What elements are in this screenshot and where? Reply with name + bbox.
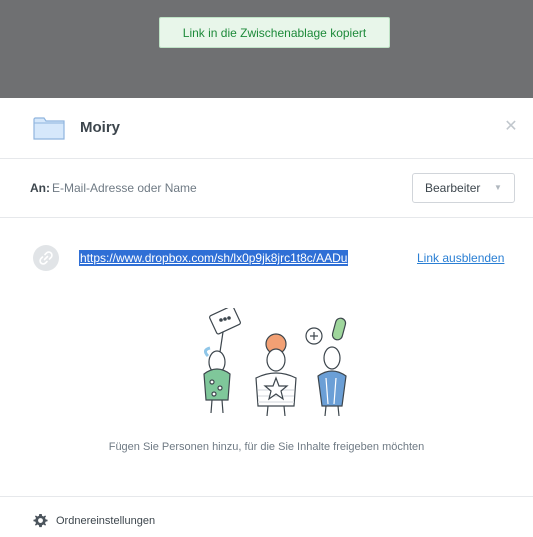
recipient-row: An: Bearbeiter ▼ bbox=[0, 159, 533, 218]
link-row: https://www.dropbox.com/sh/lx0p9jk8jrc1t… bbox=[0, 218, 533, 298]
folder-name: Moiry bbox=[80, 119, 121, 136]
role-selected: Bearbeiter bbox=[425, 181, 481, 195]
overlay-backdrop: Link in die Zwischenablage kopiert bbox=[0, 0, 533, 98]
dialog-footer: Ordnereinstellungen bbox=[0, 496, 533, 537]
chevron-down-icon: ▼ bbox=[494, 183, 502, 192]
gear-icon[interactable] bbox=[33, 513, 48, 528]
folder-icon bbox=[33, 117, 65, 140]
to-label: An: bbox=[30, 181, 50, 195]
recipient-input[interactable] bbox=[52, 176, 392, 200]
hide-link-button[interactable]: Link ausblenden bbox=[417, 251, 504, 265]
copied-toast: Link in die Zwischenablage kopiert bbox=[159, 17, 390, 48]
toast-message: Link in die Zwischenablage kopiert bbox=[182, 25, 367, 40]
share-dialog: Moiry ✕ An: Bearbeiter ▼ https://www.dro… bbox=[0, 98, 533, 537]
link-icon bbox=[33, 245, 59, 271]
folder-settings-link[interactable]: Ordnereinstellungen bbox=[56, 515, 155, 527]
close-icon[interactable]: ✕ bbox=[502, 118, 520, 136]
empty-state-text: Fügen Sie Personen hinzu, für die Sie In… bbox=[108, 441, 425, 453]
dialog-header: Moiry ✕ bbox=[0, 98, 533, 159]
share-link-url[interactable]: https://www.dropbox.com/sh/lx0p9jk8jrc1t… bbox=[79, 250, 349, 266]
people-illustration bbox=[203, 308, 347, 417]
role-dropdown[interactable]: Bearbeiter ▼ bbox=[412, 173, 515, 203]
